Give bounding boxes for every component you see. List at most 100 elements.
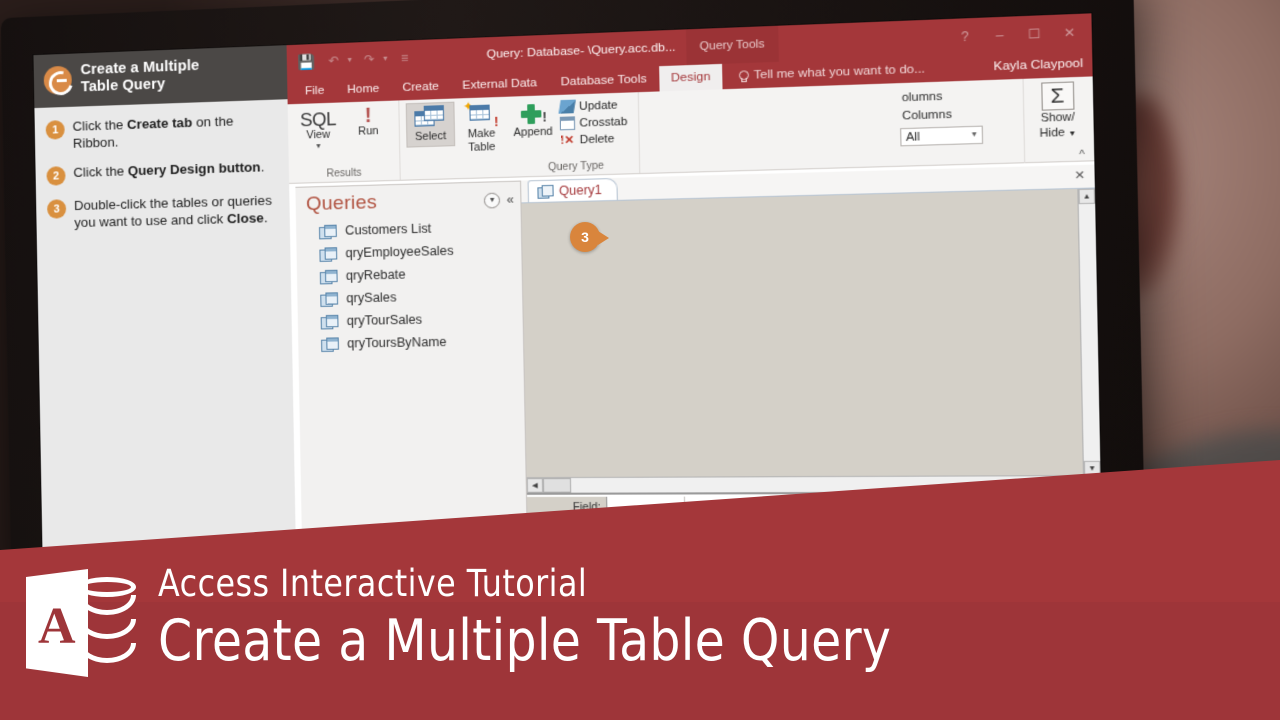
nav-item-label: Customers List [344, 221, 432, 238]
undo-dropdown-icon[interactable]: ▼ [346, 56, 353, 63]
crosstab-label: Crosstab [579, 115, 628, 130]
customize-qat-icon[interactable]: ≡ [393, 46, 417, 70]
append-button[interactable]: ! Append [508, 98, 558, 142]
query-object-icon [537, 185, 552, 198]
banner-text-block: Access Interactive Tutorial Create a Mul… [158, 563, 1011, 673]
make-table-label-2: Table [468, 140, 496, 154]
ribbon-group-results: SQL View ▼ ! Run Results [287, 100, 401, 183]
document-tab-query1[interactable]: Query1 [527, 177, 619, 203]
callout-tail [598, 231, 609, 245]
make-table-label-1: Make [467, 127, 496, 141]
delete-query-button[interactable]: !✕ Delete [560, 131, 628, 147]
chevron-down-icon[interactable]: ▼ [315, 143, 322, 150]
close-icon[interactable]: ✕ [1061, 25, 1078, 41]
results-group-label: Results [326, 167, 362, 180]
run-button[interactable]: ! Run [344, 104, 393, 141]
save-icon[interactable]: 💾 [295, 50, 318, 73]
update-label: Update [578, 98, 618, 113]
callout-number: 3 [570, 222, 600, 252]
return-all-dropdown[interactable]: All ▼ [900, 125, 984, 147]
navigation-pane-header: Queries ▼ « [295, 182, 520, 221]
totals-sigma-icon[interactable]: Σ [1040, 81, 1074, 111]
step-number-badge: 3 [47, 199, 67, 219]
customguide-c-logo-icon [43, 65, 72, 95]
scroll-left-icon[interactable]: ◀ [526, 478, 544, 493]
step-number-badge: 1 [45, 120, 65, 140]
select-query-button[interactable]: Select [405, 101, 456, 148]
screenshot-root: Create a Multiple Table Query 1 Click th… [0, 0, 1280, 720]
tab-database-tools[interactable]: Database Tools [549, 66, 660, 95]
customguide-instruction-panel: Create a Multiple Table Query 1 Click th… [33, 45, 297, 556]
query-object-icon [321, 314, 337, 328]
tab-create[interactable]: Create [391, 74, 451, 101]
window-controls: ? – ☐ ✕ [956, 14, 1085, 56]
step-text: Double-click the tables or queries you w… [73, 192, 272, 230]
guide-header: Create a Multiple Table Query [33, 45, 288, 109]
ribbon-group-query-setup: olumns Columns All ▼ [899, 79, 1022, 167]
scroll-thumb[interactable] [542, 478, 572, 493]
query-object-icon [320, 269, 336, 283]
collapse-ribbon-icon[interactable]: ^ [1079, 150, 1085, 162]
guide-step-3: 3 Double-click the tables or queries you… [47, 193, 278, 233]
delete-x-icon: !✕ [560, 134, 575, 148]
run-label: Run [358, 124, 379, 138]
tab-file[interactable]: File [293, 78, 336, 104]
quick-access-toolbar: 💾 ↶ ▼ ↷ ▼ ≡ [295, 46, 417, 73]
show-hide-label-1: Show/ [1040, 110, 1075, 125]
select-query-icon [414, 105, 446, 131]
step-text: Click the Query Design button. [73, 159, 265, 181]
delete-label: Delete [579, 132, 615, 146]
banner-title: Create a Multiple Table Query [158, 607, 892, 674]
return-all-value: All [905, 130, 921, 144]
tell-me-label: Tell me what you want to do... [753, 62, 926, 82]
nav-item-label: qrySales [346, 290, 397, 306]
nav-item-label: qryRebate [345, 267, 406, 283]
redo-dropdown-icon[interactable]: ▼ [382, 55, 389, 62]
collapse-pane-icon[interactable]: « [507, 192, 514, 207]
guide-step-1: 1 Click the Create tab on the Ribbon. [45, 112, 276, 153]
tab-design[interactable]: Design [658, 63, 723, 92]
tab-home[interactable]: Home [335, 76, 391, 103]
monitor-screen: Create a Multiple Table Query 1 Click th… [33, 13, 1103, 558]
query-object-icon [319, 247, 335, 261]
ribbon-group-query-type: Select ✦ ! Make Table ! Append Update Cr… [399, 92, 641, 180]
help-icon[interactable]: ? [957, 29, 973, 45]
tab-external-data[interactable]: External Data [450, 70, 549, 98]
navigation-menu-icon[interactable]: ▼ [484, 192, 501, 209]
step-text: Click the Create tab on the Ribbon. [72, 113, 234, 151]
callout-badge-3: 3 [570, 222, 609, 252]
run-icon: ! [364, 104, 372, 128]
update-query-button[interactable]: Update [558, 98, 627, 114]
nav-item-label: qryToursByName [347, 334, 447, 351]
update-pencil-icon [558, 99, 576, 114]
delete-columns-label[interactable]: Columns [900, 104, 1021, 126]
guide-title-line-2: Table Query [80, 76, 166, 96]
user-account-name[interactable]: Kayla Claypool [993, 51, 1083, 80]
navigation-pane-title: Queries [305, 191, 378, 216]
view-button[interactable]: SQL View ▼ [294, 106, 343, 153]
guide-title: Create a Multiple Table Query [80, 58, 199, 96]
access-application: 💾 ↶ ▼ ↷ ▼ ≡ Query: Database- \Query.acc.… [286, 13, 1103, 558]
query-object-icon [319, 224, 335, 238]
nav-item-qrytoursbyname[interactable]: qryToursByName [298, 329, 523, 355]
query-object-icon [321, 337, 337, 351]
maximize-icon[interactable]: ☐ [1026, 26, 1043, 42]
nav-item-label: qryEmployeeSales [345, 243, 454, 261]
make-table-icon: ✦ ! [462, 98, 499, 130]
guide-step-list: 1 Click the Create tab on the Ribbon. 2 … [34, 99, 290, 245]
guide-step-2: 2 Click the Query Design button. [46, 159, 276, 186]
undo-icon[interactable]: ↶ [322, 49, 345, 72]
minimize-icon[interactable]: – [991, 27, 1008, 43]
select-label: Select [414, 129, 447, 144]
navigation-pane: Queries ▼ « Customers List qryEmployeeSa… [295, 180, 529, 557]
redo-icon[interactable]: ↷ [357, 48, 380, 71]
scroll-up-icon[interactable]: ▲ [1078, 188, 1096, 205]
make-table-button[interactable]: ✦ ! Make Table [457, 98, 507, 157]
query-tools-context-tab: Query Tools [685, 25, 779, 66]
step-number-badge: 2 [46, 166, 66, 186]
tutorial-banner-content: A Access Interactive Tutorial Create a M… [0, 545, 1280, 720]
view-label: View [306, 128, 331, 142]
append-icon: ! [519, 101, 547, 127]
crosstab-query-button[interactable]: Crosstab [559, 115, 628, 131]
close-document-icon[interactable]: ✕ [1074, 168, 1085, 182]
